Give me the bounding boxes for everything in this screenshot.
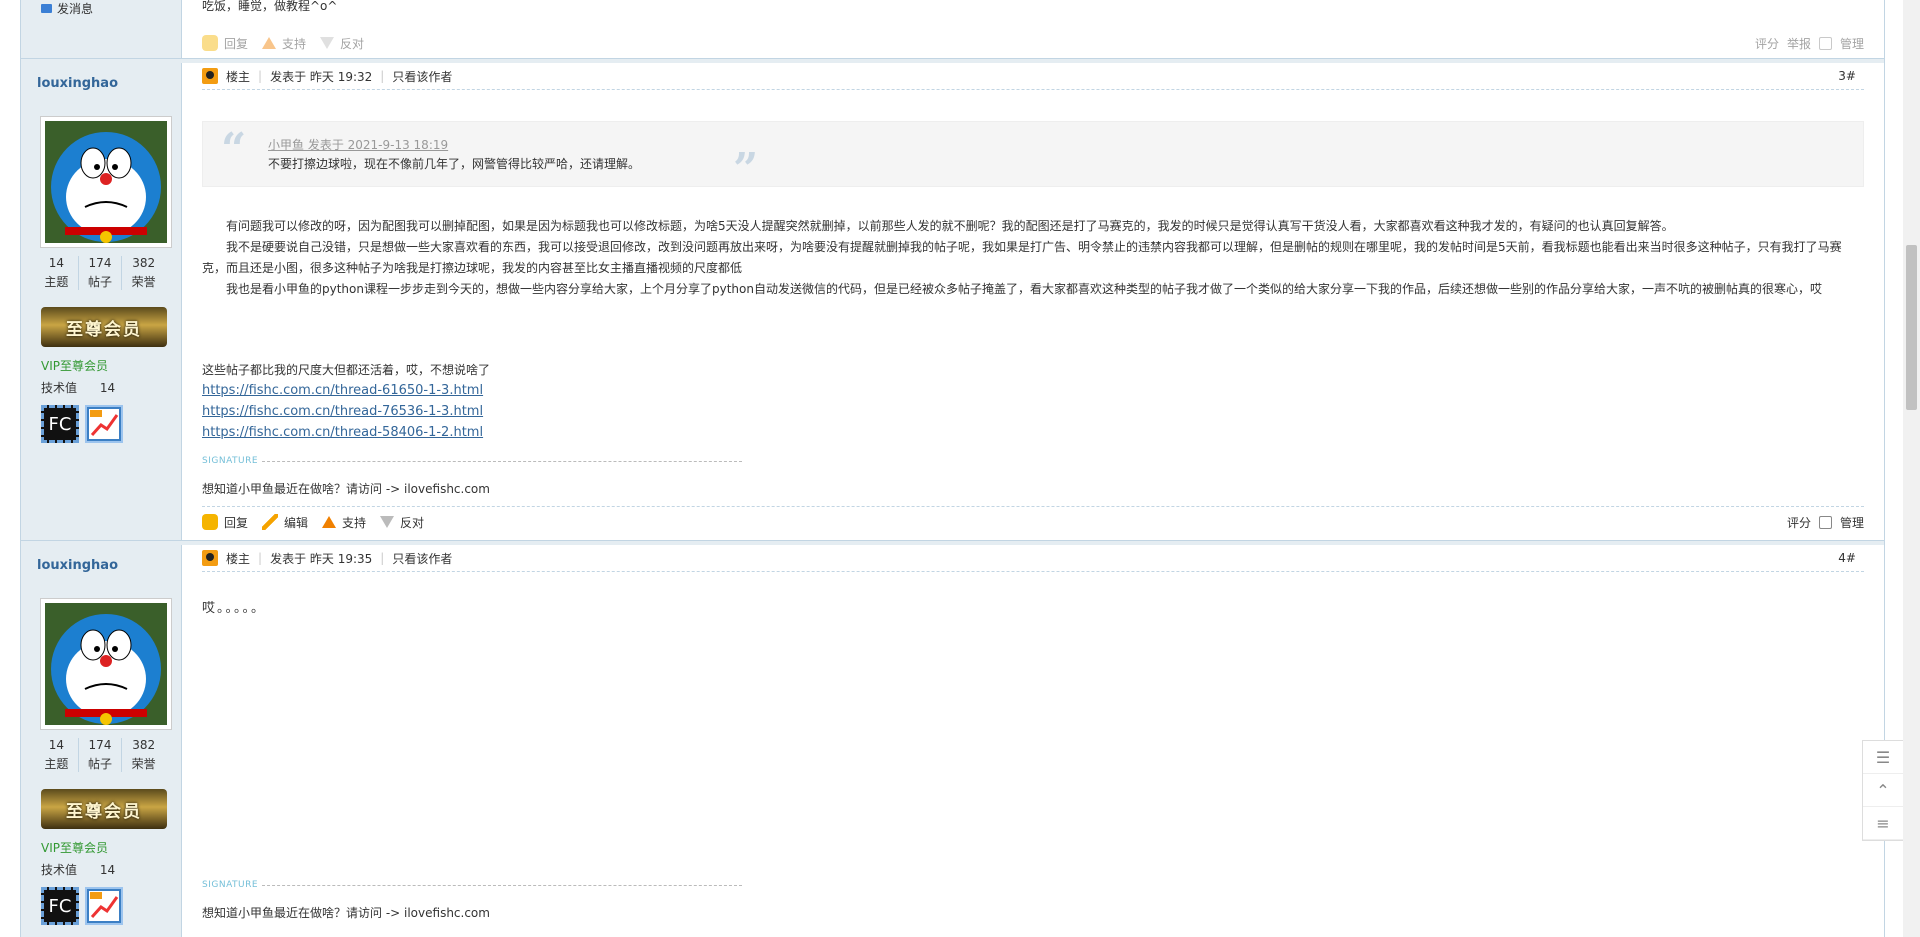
edit-button[interactable]: 编辑 <box>262 514 308 531</box>
quote-block: “ 小甲鱼 发表于 2021-9-13 18:19 不要打擦边球啦，现在不像前几… <box>202 121 1864 195</box>
scrollbar-thumb[interactable] <box>1906 245 1917 410</box>
thumb-up-icon <box>322 516 337 528</box>
reply-button[interactable]: 回复 <box>202 35 248 52</box>
stat-threads[interactable]: 14 主题 <box>35 738 79 772</box>
thumb-up-icon <box>262 37 277 49</box>
post-actions: 回复 编辑 支持 反对 评分 管理 <box>202 506 1864 537</box>
paragraph: 有问题我可以修改的呀，因为配图我可以删掉配图，如果是因为标题我也可以修改标题，为… <box>226 219 1674 233</box>
paragraph: 我不是硬要说自己没错，只是想做一些大家喜欢看的东西，我可以接受退回修改，改到没问… <box>202 240 1842 275</box>
signature: 想知道小甲鱼最近在做啥？请访问 -> ilovefishc.com <box>202 906 490 920</box>
post-main: 楼主 | 发表于 昨天 19:32 | 只看该作者 3# “ 小甲鱼 发表于 2… <box>202 63 1864 543</box>
medals: FC <box>41 887 123 925</box>
owner-icon <box>202 550 218 566</box>
reply-icon <box>202 514 218 530</box>
support-button[interactable]: 支持 <box>322 514 366 531</box>
author-sidebar: louxinghao 14 主题 174 帖子 382 荣誉 至尊会员 VIP至… <box>21 545 182 937</box>
post-time: 发表于 昨天 19:35 <box>270 551 373 566</box>
send-message-link[interactable]: 发消息 <box>41 0 93 17</box>
post-content: 哎。。。。。 <box>202 601 267 616</box>
floor-number[interactable]: 4# <box>1838 551 1856 565</box>
floating-toolbar: ☰ ⌃ ≡ <box>1862 740 1904 841</box>
oppose-button[interactable]: 反对 <box>380 514 424 531</box>
signature-label: SIGNATURE <box>202 880 742 890</box>
stat-posts[interactable]: 174 帖子 <box>79 256 123 290</box>
avatar[interactable] <box>40 116 172 248</box>
list-icon[interactable]: ≡ <box>1863 807 1903 840</box>
post-actions: 回复 支持 反对 评分 举报 管理 <box>202 28 1864 58</box>
stat-honor[interactable]: 382 荣誉 <box>122 738 165 772</box>
owner-icon <box>202 68 218 84</box>
post-content: 吃饭，睡觉，做教程^o^ <box>202 0 338 13</box>
link-list: https://fishc.com.cn/thread-61650-1-3.ht… <box>202 380 483 443</box>
only-author-link[interactable]: 只看该作者 <box>392 68 452 85</box>
author-stats: 14 主题 174 帖子 382 荣誉 <box>35 738 165 772</box>
fc-medal[interactable]: FC <box>41 405 79 443</box>
post-2-tail: 发消息 吃饭，睡觉，做教程^o^ 回复 支持 反对 评分 举报 管理 <box>21 0 1884 63</box>
up-medal-icon[interactable] <box>85 405 123 443</box>
vip-badge: 至尊会员 <box>41 789 167 829</box>
post-time: 发表于 昨天 19:32 <box>270 69 373 84</box>
stat-posts[interactable]: 174 帖子 <box>79 738 123 772</box>
owner-label: 楼主 <box>226 551 251 566</box>
rate-link[interactable]: 评分 <box>1755 35 1779 52</box>
stat-threads[interactable]: 14 主题 <box>35 256 79 290</box>
author-name[interactable]: louxinghao <box>37 76 118 91</box>
tech-value: 技术值 14 <box>41 381 116 395</box>
avatar[interactable] <box>40 598 172 730</box>
doraemon-avatar-image <box>45 603 167 725</box>
doraemon-avatar-image <box>45 121 167 243</box>
stat-honor[interactable]: 382 荣誉 <box>122 256 165 290</box>
up-medal-icon[interactable] <box>85 887 123 925</box>
manage-label: 管理 <box>1839 515 1864 530</box>
signature-label: SIGNATURE <box>202 456 742 466</box>
vip-badge: 至尊会员 <box>41 307 167 347</box>
reply-icon <box>202 35 218 51</box>
post-main: 楼主 | 发表于 昨天 19:35 | 只看该作者 4# 哎。。。。。 SIGN… <box>202 545 1864 937</box>
vertical-scrollbar[interactable] <box>1903 0 1920 937</box>
report-link[interactable]: 举报 <box>1787 35 1811 52</box>
medals: FC <box>41 405 123 443</box>
oppose-button[interactable]: 反对 <box>320 35 364 52</box>
close-quote-icon: ” <box>733 144 759 195</box>
thumb-down-icon <box>320 37 335 49</box>
post-main: 吃饭，睡觉，做教程^o^ 回复 支持 反对 评分 举报 管理 <box>202 0 1864 60</box>
paragraph: 我也是看小甲鱼的python课程一步步走到今天的，想做一些内容分享给大家，上个月… <box>226 282 1822 296</box>
manage-checkbox[interactable] <box>1818 36 1832 50</box>
post-3: louxinghao 14 主题 174 帖子 382 荣誉 至尊会员 VIP至… <box>21 63 1884 545</box>
floor-number[interactable]: 3# <box>1838 69 1856 83</box>
open-quote-icon: “ <box>221 124 247 175</box>
manage-checkbox[interactable] <box>1818 515 1832 529</box>
author-name[interactable]: louxinghao <box>37 558 118 573</box>
pencil-icon <box>262 514 279 530</box>
back-to-top-icon[interactable]: ⌃ <box>1863 774 1903 807</box>
envelope-icon <box>41 4 52 13</box>
only-author-link[interactable]: 只看该作者 <box>392 550 452 567</box>
vip-group-name[interactable]: VIP至尊会员 <box>41 839 108 856</box>
thread-link[interactable]: https://fishc.com.cn/thread-61650-1-3.ht… <box>202 380 483 401</box>
manage-label: 管理 <box>1839 36 1864 51</box>
owner-label: 楼主 <box>226 69 251 84</box>
vip-group-name[interactable]: VIP至尊会员 <box>41 357 108 374</box>
support-button[interactable]: 支持 <box>262 35 306 52</box>
reply-button[interactable]: 回复 <box>202 514 248 531</box>
fc-medal[interactable]: FC <box>41 887 79 925</box>
author-stats: 14 主题 174 帖子 382 荣誉 <box>35 256 165 290</box>
post-body: 有问题我可以修改的呀，因为配图我可以删掉配图，如果是因为标题我也可以修改标题，为… <box>202 216 1864 300</box>
tech-value: 技术值 14 <box>41 863 116 877</box>
rate-link[interactable]: 评分 <box>1787 514 1811 531</box>
thumb-down-icon <box>380 516 395 528</box>
post-header: 楼主 | 发表于 昨天 19:35 | 只看该作者 4# <box>202 545 1864 572</box>
quote-source-link[interactable]: 小甲鱼 发表于 2021-9-13 18:19 <box>268 136 448 153</box>
thread-link[interactable]: https://fishc.com.cn/thread-76536-1-3.ht… <box>202 401 483 422</box>
quick-reply-icon[interactable]: ☰ <box>1863 741 1903 774</box>
thread-container: 发消息 吃饭，睡觉，做教程^o^ 回复 支持 反对 评分 举报 管理 louxi… <box>20 0 1885 937</box>
post-4: louxinghao 14 主题 174 帖子 382 荣誉 至尊会员 VIP至… <box>21 545 1884 937</box>
post-header: 楼主 | 发表于 昨天 19:32 | 只看该作者 3# <box>202 63 1864 90</box>
signature: 想知道小甲鱼最近在做啥？请访问 -> ilovefishc.com <box>202 482 490 496</box>
quote-text: 不要打擦边球啦，现在不像前几年了，网警管得比较严哈，还请理解。 <box>268 157 641 171</box>
author-sidebar: 发消息 <box>21 0 182 60</box>
author-sidebar: louxinghao 14 主题 174 帖子 382 荣誉 至尊会员 VIP至… <box>21 63 182 543</box>
extra-line: 这些帖子都比我的尺度大但都还活着，哎，不想说啥了 <box>202 363 491 377</box>
thread-link[interactable]: https://fishc.com.cn/thread-58406-1-2.ht… <box>202 422 483 443</box>
